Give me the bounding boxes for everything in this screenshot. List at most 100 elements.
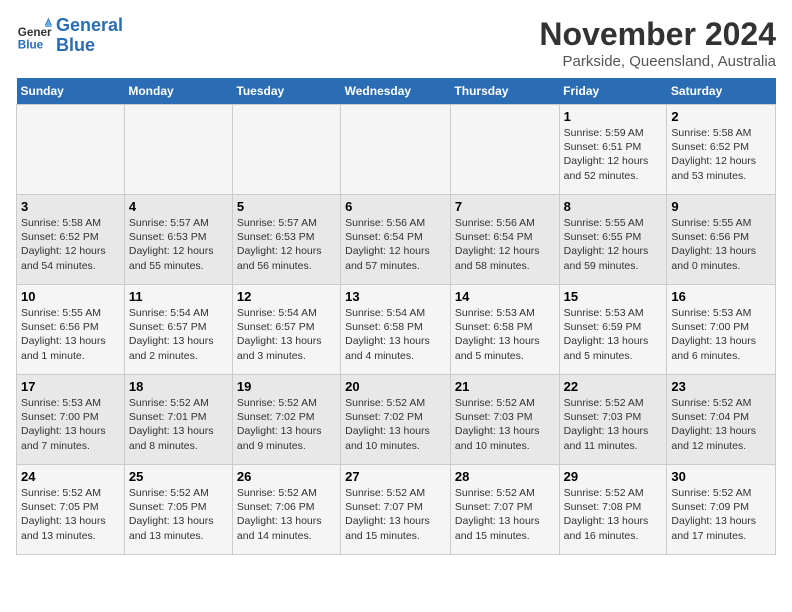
calendar-cell: 14Sunrise: 5:53 AM Sunset: 6:58 PM Dayli…: [450, 285, 559, 375]
calendar-week-row: 1 Sunrise: 5:59 AM Sunset: 6:51 PM Daylig…: [17, 105, 776, 195]
calendar-cell: 16 Sunrise: 5:53 AM Sunset: 7:00 PM Dayli…: [667, 285, 776, 375]
day-number: 29: [564, 469, 663, 484]
day-info: Sunrise: 5:53 AM Sunset: 6:59 PM Dayligh…: [564, 306, 663, 363]
calendar-cell: 26 Sunrise: 5:52 AM Sunset: 7:06 PM Dayli…: [232, 465, 340, 555]
calendar-cell: 21 Sunrise: 5:52 AM Sunset: 7:03 PM Dayli…: [450, 375, 559, 465]
calendar-cell: 19Sunrise: 5:52 AM Sunset: 7:02 PM Dayli…: [232, 375, 340, 465]
day-info: Sunrise: 5:55 AM Sunset: 6:56 PM Dayligh…: [21, 306, 120, 363]
weekday-header: Wednesday: [341, 78, 451, 105]
calendar-cell: 20 Sunrise: 5:52 AM Sunset: 7:02 PM Dayli…: [341, 375, 451, 465]
page-header: General Blue General Blue November 2024 …: [16, 16, 776, 70]
day-info: Sunrise: 5:57 AM Sunset: 6:53 PM Dayligh…: [129, 216, 228, 273]
logo-blue: Blue: [56, 35, 95, 55]
day-number: 2: [671, 109, 771, 124]
calendar-cell: 10 Sunrise: 5:55 AM Sunset: 6:56 PM Dayli…: [17, 285, 125, 375]
day-info: Sunrise: 5:55 AM Sunset: 6:56 PM Dayligh…: [671, 216, 771, 273]
calendar-cell: 11 Sunrise: 5:54 AM Sunset: 6:57 PM Dayli…: [124, 285, 232, 375]
calendar-cell: 15Sunrise: 5:53 AM Sunset: 6:59 PM Dayli…: [559, 285, 667, 375]
calendar-cell: 8 Sunrise: 5:55 AM Sunset: 6:55 PM Daylig…: [559, 195, 667, 285]
calendar-table: SundayMondayTuesdayWednesdayThursdayFrid…: [16, 78, 776, 555]
day-number: 26: [237, 469, 336, 484]
day-info: Sunrise: 5:52 AM Sunset: 7:03 PM Dayligh…: [564, 396, 663, 453]
calendar-cell: 28Sunrise: 5:52 AM Sunset: 7:07 PM Dayli…: [450, 465, 559, 555]
day-number: 17: [21, 379, 120, 394]
day-number: 3: [21, 199, 120, 214]
day-number: 9: [671, 199, 771, 214]
month-title: November 2024: [539, 16, 776, 53]
day-info: Sunrise: 5:52 AM Sunset: 7:03 PM Dayligh…: [455, 396, 555, 453]
calendar-cell: [341, 105, 451, 195]
day-info: Sunrise: 5:52 AM Sunset: 7:02 PM Dayligh…: [345, 396, 446, 453]
day-info: Sunrise: 5:59 AM Sunset: 6:51 PM Dayligh…: [564, 126, 663, 183]
calendar-cell: 1 Sunrise: 5:59 AM Sunset: 6:51 PM Daylig…: [559, 105, 667, 195]
day-info: Sunrise: 5:58 AM Sunset: 6:52 PM Dayligh…: [671, 126, 771, 183]
svg-text:General: General: [18, 26, 52, 39]
calendar-cell: 9 Sunrise: 5:55 AM Sunset: 6:56 PM Daylig…: [667, 195, 776, 285]
day-info: Sunrise: 5:52 AM Sunset: 7:09 PM Dayligh…: [671, 486, 771, 543]
day-number: 25: [129, 469, 228, 484]
weekday-header: Friday: [559, 78, 667, 105]
weekday-header: Tuesday: [232, 78, 340, 105]
calendar-week-row: 10 Sunrise: 5:55 AM Sunset: 6:56 PM Dayli…: [17, 285, 776, 375]
calendar-cell: [232, 105, 340, 195]
weekday-header: Saturday: [667, 78, 776, 105]
calendar-cell: [450, 105, 559, 195]
day-number: 1: [564, 109, 663, 124]
calendar-cell: 22 Sunrise: 5:52 AM Sunset: 7:03 PM Dayli…: [559, 375, 667, 465]
day-info: Sunrise: 5:54 AM Sunset: 6:58 PM Dayligh…: [345, 306, 446, 363]
day-info: Sunrise: 5:53 AM Sunset: 7:00 PM Dayligh…: [21, 396, 120, 453]
day-info: Sunrise: 5:58 AM Sunset: 6:52 PM Dayligh…: [21, 216, 120, 273]
day-info: Sunrise: 5:53 AM Sunset: 7:00 PM Dayligh…: [671, 306, 771, 363]
calendar-cell: 27 Sunrise: 5:52 AM Sunset: 7:07 PM Dayli…: [341, 465, 451, 555]
day-number: 28: [455, 469, 555, 484]
day-info: Sunrise: 5:52 AM Sunset: 7:05 PM Dayligh…: [21, 486, 120, 543]
day-number: 20: [345, 379, 446, 394]
day-number: 23: [671, 379, 771, 394]
calendar-cell: 2 Sunrise: 5:58 AM Sunset: 6:52 PM Daylig…: [667, 105, 776, 195]
calendar-cell: [17, 105, 125, 195]
header-row: SundayMondayTuesdayWednesdayThursdayFrid…: [17, 78, 776, 105]
location: Parkside, Queensland, Australia: [539, 53, 776, 70]
calendar-cell: 6Sunrise: 5:56 AM Sunset: 6:54 PM Daylig…: [341, 195, 451, 285]
calendar-cell: [124, 105, 232, 195]
day-info: Sunrise: 5:54 AM Sunset: 6:57 PM Dayligh…: [237, 306, 336, 363]
weekday-header: Monday: [124, 78, 232, 105]
logo-icon: General Blue: [16, 18, 52, 54]
day-number: 4: [129, 199, 228, 214]
calendar-cell: 12Sunrise: 5:54 AM Sunset: 6:57 PM Dayli…: [232, 285, 340, 375]
day-info: Sunrise: 5:52 AM Sunset: 7:07 PM Dayligh…: [345, 486, 446, 543]
day-number: 16: [671, 289, 771, 304]
calendar-cell: 4 Sunrise: 5:57 AM Sunset: 6:53 PM Daylig…: [124, 195, 232, 285]
calendar-cell: 25Sunrise: 5:52 AM Sunset: 7:05 PM Dayli…: [124, 465, 232, 555]
day-info: Sunrise: 5:55 AM Sunset: 6:55 PM Dayligh…: [564, 216, 663, 273]
day-number: 10: [21, 289, 120, 304]
calendar-cell: 5Sunrise: 5:57 AM Sunset: 6:53 PM Daylig…: [232, 195, 340, 285]
calendar-cell: 30 Sunrise: 5:52 AM Sunset: 7:09 PM Dayli…: [667, 465, 776, 555]
day-info: Sunrise: 5:52 AM Sunset: 7:06 PM Dayligh…: [237, 486, 336, 543]
day-info: Sunrise: 5:52 AM Sunset: 7:01 PM Dayligh…: [129, 396, 228, 453]
calendar-cell: 29 Sunrise: 5:52 AM Sunset: 7:08 PM Dayli…: [559, 465, 667, 555]
day-number: 27: [345, 469, 446, 484]
logo-text: General Blue: [56, 16, 123, 56]
calendar-cell: 18Sunrise: 5:52 AM Sunset: 7:01 PM Dayli…: [124, 375, 232, 465]
day-number: 8: [564, 199, 663, 214]
day-number: 30: [671, 469, 771, 484]
day-number: 21: [455, 379, 555, 394]
logo-general: General: [56, 15, 123, 35]
svg-text:Blue: Blue: [18, 38, 44, 51]
calendar-week-row: 24 Sunrise: 5:52 AM Sunset: 7:05 PM Dayli…: [17, 465, 776, 555]
calendar-cell: 13Sunrise: 5:54 AM Sunset: 6:58 PM Dayli…: [341, 285, 451, 375]
day-number: 24: [21, 469, 120, 484]
day-info: Sunrise: 5:56 AM Sunset: 6:54 PM Dayligh…: [455, 216, 555, 273]
day-info: Sunrise: 5:52 AM Sunset: 7:08 PM Dayligh…: [564, 486, 663, 543]
day-number: 19: [237, 379, 336, 394]
calendar-cell: 17 Sunrise: 5:53 AM Sunset: 7:00 PM Dayli…: [17, 375, 125, 465]
day-number: 22: [564, 379, 663, 394]
calendar-cell: 23 Sunrise: 5:52 AM Sunset: 7:04 PM Dayli…: [667, 375, 776, 465]
day-info: Sunrise: 5:52 AM Sunset: 7:04 PM Dayligh…: [671, 396, 771, 453]
calendar-cell: 24 Sunrise: 5:52 AM Sunset: 7:05 PM Dayli…: [17, 465, 125, 555]
weekday-header: Sunday: [17, 78, 125, 105]
day-number: 11: [129, 289, 228, 304]
day-number: 14: [455, 289, 555, 304]
day-info: Sunrise: 5:54 AM Sunset: 6:57 PM Dayligh…: [129, 306, 228, 363]
